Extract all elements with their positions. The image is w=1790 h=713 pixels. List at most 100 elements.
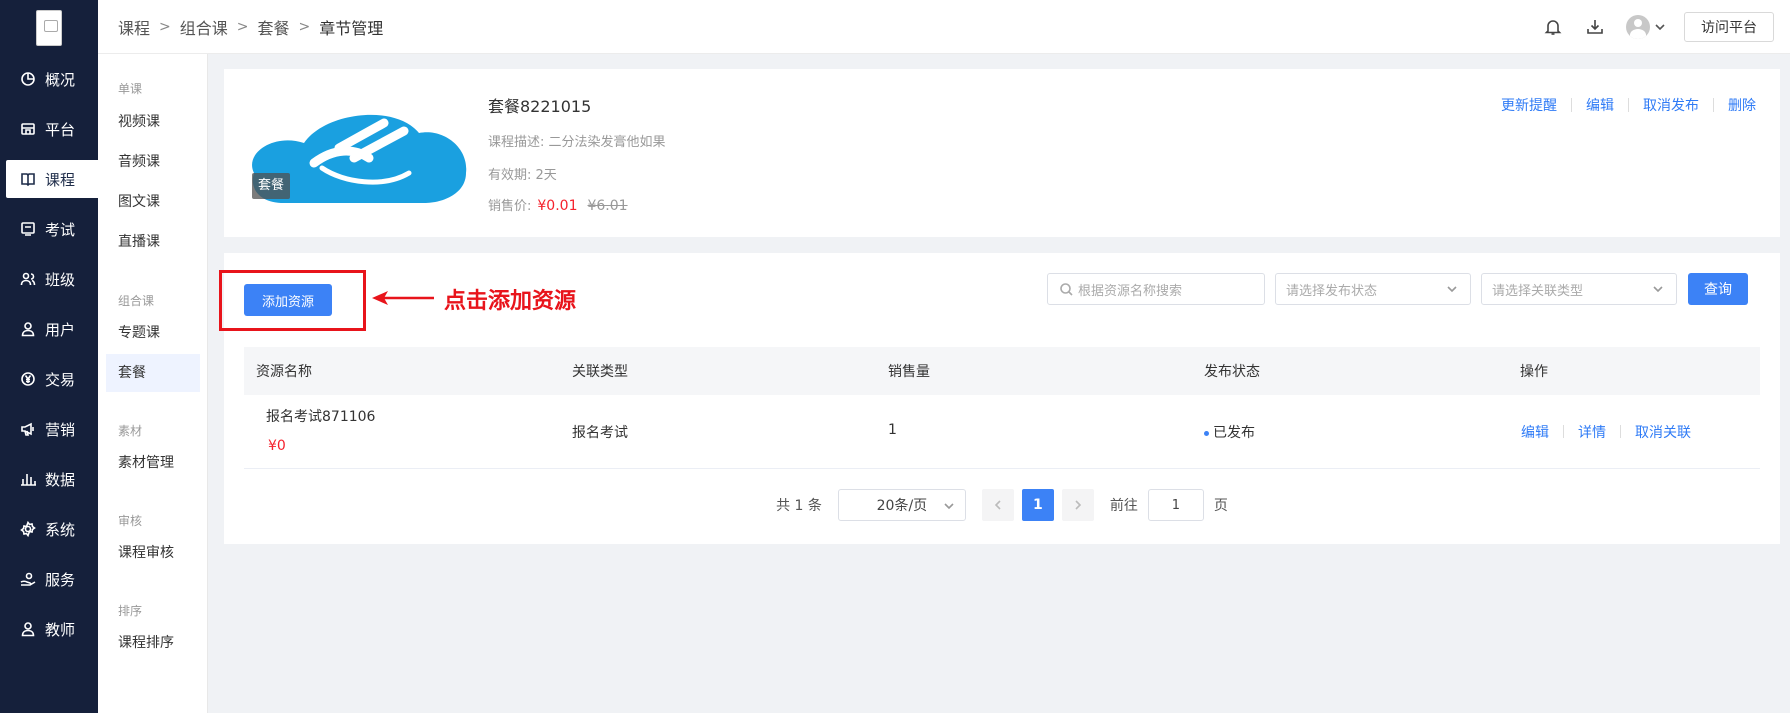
- course-info-card: 套餐 套餐8221015 课程描述: 二分法染发膏他如果 有效期: 2天 销售价…: [224, 69, 1780, 237]
- nav-label: 课程: [45, 170, 76, 189]
- course-validity: 有效期: 2天: [488, 164, 557, 183]
- goto-page-input[interactable]: 1: [1147, 489, 1204, 521]
- class-icon: [20, 271, 36, 287]
- chevron-right-icon: >: [159, 19, 171, 35]
- breadcrumb-item[interactable]: 套餐: [258, 15, 290, 39]
- search-placeholder: 根据资源名称搜索: [1078, 283, 1183, 299]
- nav-label: 系统: [45, 520, 76, 539]
- bar-chart-icon: [20, 471, 36, 487]
- breadcrumb: 课程 > 组合课 > 套餐 > 章节管理: [118, 0, 383, 54]
- unpublish-link[interactable]: 取消发布: [1629, 95, 1713, 115]
- resource-type: 报名考试: [572, 425, 628, 441]
- course-type-badge: 套餐: [252, 173, 290, 199]
- sub-group-title: 排序: [118, 604, 143, 618]
- nav-item-overview[interactable]: 概况: [6, 60, 98, 98]
- update-reminder-link[interactable]: 更新提醒: [1487, 95, 1571, 115]
- megaphone-icon: [20, 421, 36, 437]
- nav-item-platform[interactable]: 平台: [6, 110, 98, 148]
- sub-item-live[interactable]: 直播课: [106, 223, 200, 261]
- nav-item-course[interactable]: 课程: [6, 160, 98, 198]
- sub-item-article[interactable]: 图文课: [106, 183, 200, 221]
- chevron-left-icon: [994, 500, 1001, 510]
- nav-label: 服务: [45, 570, 76, 589]
- breadcrumb-item[interactable]: 课程: [118, 15, 150, 39]
- resource-name: 报名考试871106: [266, 409, 376, 425]
- add-resource-button[interactable]: 添加资源: [244, 284, 332, 316]
- sub-item-sort[interactable]: 课程排序: [106, 624, 200, 662]
- page-number-current[interactable]: 1: [1021, 489, 1054, 521]
- exam-icon: [20, 221, 36, 237]
- pagination-total: 共 1 条: [776, 498, 822, 514]
- sub-item-topic[interactable]: 专题课: [106, 314, 200, 352]
- sub-item-package[interactable]: 套餐: [106, 354, 200, 392]
- yen-icon: [20, 371, 36, 387]
- price-label: 销售价:: [488, 199, 532, 214]
- page-suffix: 页: [1213, 498, 1228, 514]
- sub-item-material[interactable]: 素材管理: [106, 444, 200, 482]
- pagination: 共 1 条 20条/页 1 前往 1 页: [224, 489, 1780, 521]
- status-text: 已发布: [1213, 425, 1255, 441]
- row-edit-link[interactable]: 编辑: [1521, 422, 1549, 442]
- book-icon: [20, 171, 36, 187]
- page-size-select[interactable]: 20条/页: [837, 489, 966, 521]
- query-button[interactable]: 查询: [1688, 273, 1748, 305]
- chevron-down-icon[interactable]: [1654, 21, 1666, 33]
- app-logo[interactable]: [0, 0, 98, 56]
- divider: [1620, 425, 1621, 438]
- goto-label: 前往: [1109, 498, 1138, 514]
- annotation-arrow-icon: [372, 291, 434, 305]
- sub-item-video[interactable]: 视频课: [106, 103, 200, 141]
- sub-item-review[interactable]: 课程审核: [106, 534, 200, 572]
- breadcrumb-item[interactable]: 组合课: [180, 15, 228, 39]
- chevron-down-icon: [943, 500, 955, 512]
- nav-label: 教师: [45, 620, 76, 639]
- validity-value: 2天: [535, 168, 557, 183]
- download-icon[interactable]: [1584, 16, 1606, 38]
- nav-label: 平台: [45, 120, 76, 139]
- col-header-type: 关联类型: [572, 364, 628, 380]
- page-size-value: 20条/页: [876, 498, 928, 514]
- next-page-button[interactable]: [1061, 489, 1094, 521]
- col-header-ops: 操作: [1520, 364, 1548, 380]
- course-price: 销售价: ¥0.01 ¥6.01: [488, 195, 628, 214]
- resource-search-input[interactable]: 根据资源名称搜索: [1047, 273, 1265, 305]
- nav-item-system[interactable]: 系统: [6, 510, 98, 548]
- visit-platform-button[interactable]: 访问平台: [1684, 12, 1774, 42]
- edit-link[interactable]: 编辑: [1572, 95, 1628, 115]
- nav-item-teacher[interactable]: 教师: [6, 610, 98, 648]
- nav-label: 数据: [45, 470, 76, 489]
- sub-item-audio[interactable]: 音频课: [106, 143, 200, 181]
- nav-item-data[interactable]: 数据: [6, 460, 98, 498]
- type-placeholder: 请选择关联类型: [1492, 283, 1584, 299]
- nav-item-trade[interactable]: 交易: [6, 360, 98, 398]
- teacher-icon: [20, 621, 36, 637]
- nav-label: 营销: [45, 420, 76, 439]
- delete-link[interactable]: 删除: [1714, 95, 1770, 115]
- nav-item-marketing[interactable]: 营销: [6, 410, 98, 448]
- chevron-right-icon: >: [298, 19, 311, 35]
- desc-value: 二分法染发膏他如果: [548, 135, 666, 150]
- bell-icon[interactable]: [1542, 16, 1564, 38]
- prev-page-button[interactable]: [981, 489, 1014, 521]
- row-unlink-link[interactable]: 取消关联: [1635, 422, 1691, 442]
- col-header-sales: 销售量: [888, 364, 930, 380]
- nav-label: 概况: [45, 70, 76, 89]
- nav-label: 交易: [45, 370, 76, 389]
- relation-type-select[interactable]: 请选择关联类型: [1481, 273, 1677, 305]
- course-title: 套餐8221015: [488, 97, 592, 116]
- pie-chart-icon: [20, 71, 36, 87]
- nav-item-exam[interactable]: 考试: [6, 210, 98, 248]
- chevron-right-icon: [1075, 500, 1082, 510]
- col-header-name: 资源名称: [256, 364, 312, 380]
- nav-item-service[interactable]: 服务: [6, 560, 98, 598]
- store-icon: [20, 121, 36, 137]
- avatar[interactable]: [1626, 15, 1650, 39]
- publish-status-select[interactable]: 请选择发布状态: [1275, 273, 1471, 305]
- nav-item-class[interactable]: 班级: [6, 260, 98, 298]
- nav-item-user[interactable]: 用户: [6, 310, 98, 348]
- validity-label: 有效期:: [488, 168, 532, 183]
- row-detail-link[interactable]: 详情: [1578, 422, 1606, 442]
- chevron-down-icon: [1652, 283, 1664, 295]
- status-badge: 已发布: [1204, 422, 1255, 442]
- status-placeholder: 请选择发布状态: [1286, 283, 1378, 299]
